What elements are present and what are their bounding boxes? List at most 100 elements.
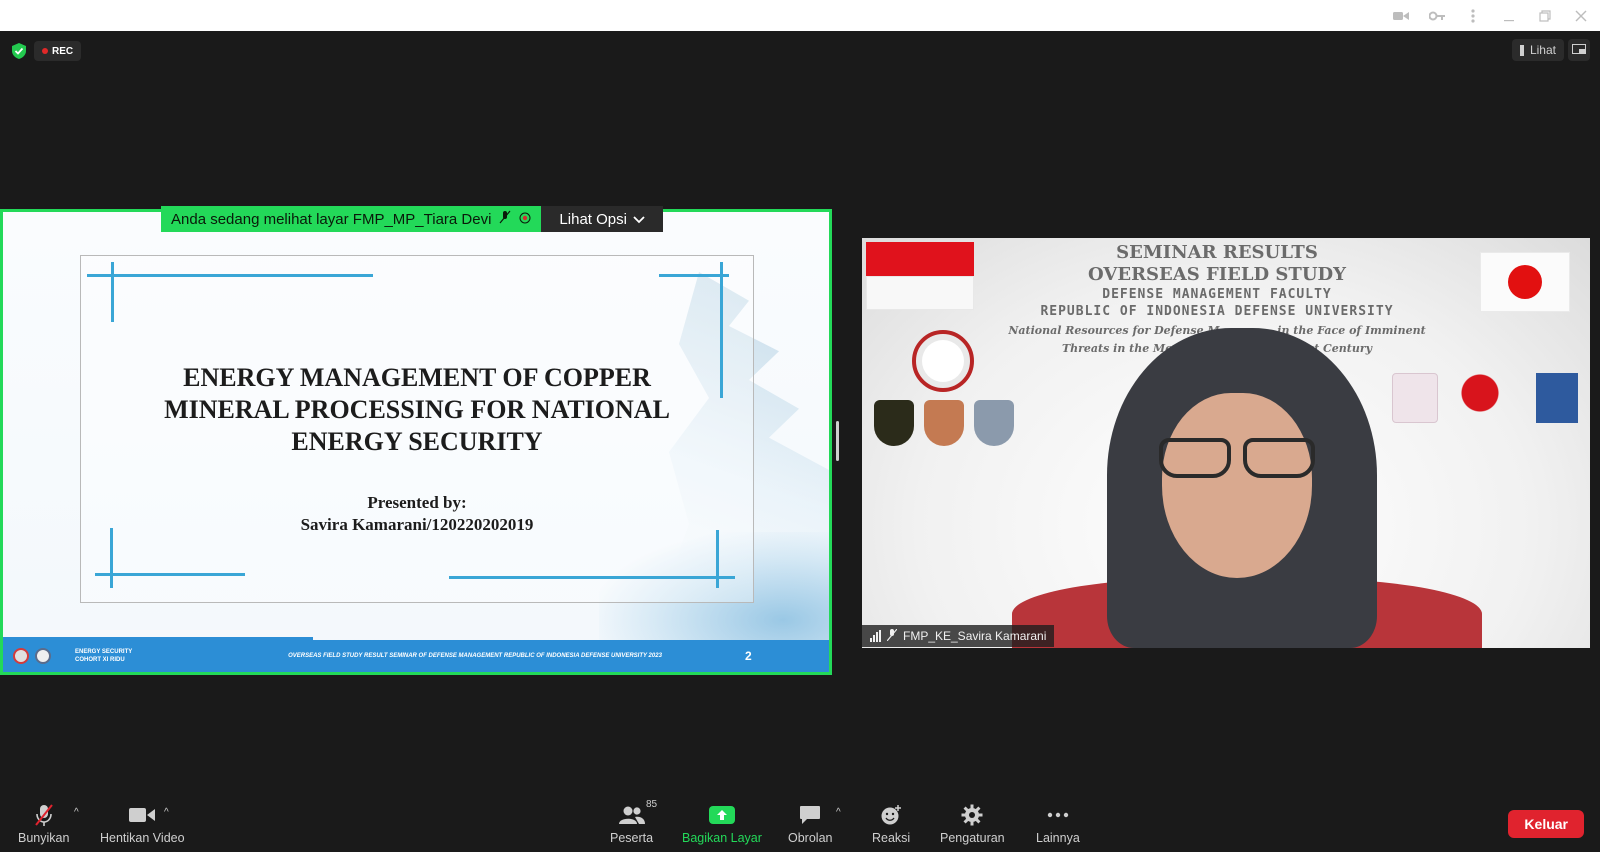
muted-mic-icon [886, 628, 898, 644]
settings-label: Pengaturan [940, 831, 1005, 845]
university-seal-logo [912, 330, 974, 392]
emblem-logo [924, 400, 964, 446]
university-logo-icon [13, 648, 29, 664]
emblem-logo [874, 400, 914, 446]
view-layout-icon [1519, 44, 1524, 56]
chat-label: Obrolan [788, 831, 833, 845]
kyushu-university-logo [1392, 373, 1438, 423]
share-screen-icon [708, 801, 735, 829]
frame-line [659, 274, 729, 277]
share-screen-button[interactable]: Bagikan Layar [682, 801, 762, 845]
stop-video-button[interactable]: Hentikan Video [100, 801, 185, 845]
meeting-toolbar: Bunyikan ^ Hentikan Video ^ 85 Peserta B… [0, 799, 1600, 852]
leave-meeting-button[interactable]: Keluar [1508, 810, 1584, 838]
audio-options-caret-icon[interactable]: ^ [74, 807, 79, 818]
participant-name: FMP_KE_Savira Kamarani [903, 629, 1047, 643]
indonesia-flag [866, 242, 974, 310]
record-dot-icon [42, 48, 48, 54]
footer-left-line1: ENERGY SECURITY [75, 649, 133, 655]
footer-center-text: OVERSEAS FIELD STUDY RESULT SEMINAR OF D… [288, 653, 662, 659]
frame-line [95, 573, 245, 576]
partner-logo [1536, 373, 1578, 423]
video-options-caret-icon[interactable]: ^ [164, 807, 169, 818]
chat-button[interactable]: Obrolan [788, 801, 832, 845]
more-vertical-icon[interactable] [1462, 5, 1484, 27]
view-options-label: Lihat Opsi [559, 210, 627, 228]
pip-toggle-icon[interactable] [1568, 39, 1590, 61]
japan-flag [1480, 252, 1570, 312]
presented-by-label: Presented by: [367, 493, 467, 512]
encryption-shield-icon[interactable] [10, 42, 28, 60]
bg-subtitle-part: National Resources for Defense M [1008, 324, 1220, 337]
rec-label: REC [52, 45, 74, 57]
slide-title: ENERGY MANAGEMENT OF COPPER MINERAL PROC… [80, 362, 754, 458]
viewing-notice: Anda sedang melihat layar FMP_MP_Tiara D… [161, 206, 542, 232]
bg-title-line: REPUBLIC OF INDONESIA DEFENSE UNIVERSITY [1040, 304, 1394, 319]
reactions-label: Reaksi [872, 831, 911, 845]
minimize-icon[interactable] [1498, 5, 1520, 27]
unmute-label: Bunyikan [18, 831, 70, 845]
participants-icon [618, 801, 645, 829]
bg-subtitle-part: in the Face of Imminent [1277, 324, 1426, 337]
settings-button[interactable]: Pengaturan [940, 801, 1005, 845]
muted-mic-icon [499, 210, 511, 228]
speaker-glasses [1152, 438, 1322, 478]
slide-title-line: ENERGY MANAGEMENT OF COPPER [183, 363, 651, 392]
view-button[interactable]: Lihat [1511, 39, 1564, 61]
chat-bubble-icon [799, 801, 821, 829]
participant-name-tag: FMP_KE_Savira Kamarani [862, 625, 1055, 647]
footer-accent [3, 637, 313, 640]
restore-icon[interactable] [1534, 5, 1556, 27]
window-titlebar [0, 0, 1600, 31]
video-camera-icon [129, 801, 156, 829]
key-icon[interactable] [1426, 5, 1448, 27]
frame-line [111, 262, 114, 322]
window-controls [1390, 5, 1592, 27]
bg-subtitle-part: Threats in the Mo [1061, 342, 1173, 355]
frame-line [449, 576, 735, 579]
bg-title-line: SEMINAR RESULTS [1116, 242, 1318, 263]
screen-share-banner: Anda sedang melihat layar FMP_MP_Tiara D… [161, 206, 663, 232]
faculty-logo-icon [35, 648, 51, 664]
view-options-button[interactable]: Lihat Opsi [541, 206, 663, 232]
unmute-button[interactable]: Bunyikan [18, 801, 69, 845]
emblem-logo [974, 400, 1014, 446]
speaker-face [1162, 393, 1312, 578]
presenter-name: Savira Kamarani/120220202019 [300, 515, 534, 534]
chiba-university-logo [1452, 373, 1522, 423]
close-icon[interactable] [1570, 5, 1592, 27]
bg-title-line: DEFENSE MANAGEMENT FACULTY [1102, 287, 1332, 302]
slide-title-line: MINERAL PROCESSING FOR NATIONAL [164, 395, 670, 424]
smiley-add-icon [880, 801, 902, 829]
frame-line [87, 274, 373, 277]
stop-video-label: Hentikan Video [100, 831, 185, 845]
bg-title-line: OVERSEAS FIELD STUDY [1088, 264, 1346, 285]
chat-options-caret-icon[interactable]: ^ [836, 807, 841, 818]
slide-title-line: ENERGY SECURITY [291, 427, 543, 456]
view-label: Lihat [1529, 43, 1556, 57]
frame-line [716, 530, 719, 588]
signal-strength-icon [870, 630, 881, 642]
reactions-button[interactable]: Reaksi [872, 801, 910, 845]
participants-button[interactable]: 85 Peserta [610, 799, 657, 845]
footer-left-line2: COHORT XI RIDU [75, 657, 125, 663]
status-circle-icon [519, 211, 531, 228]
more-label: Lainnya [1036, 831, 1080, 845]
participants-label: Peserta [610, 831, 654, 845]
slide-presenter: Presented by: Savira Kamarani/1202202020… [80, 492, 754, 536]
participant-count: 85 [646, 799, 658, 810]
shared-screen[interactable]: ENERGY MANAGEMENT OF COPPER MINERAL PROC… [0, 209, 832, 675]
speaker-video[interactable]: SEMINAR RESULTS OVERSEAS FIELD STUDY DEF… [862, 238, 1590, 648]
camera-icon[interactable] [1390, 5, 1412, 27]
more-horizontal-icon [1047, 801, 1069, 829]
panel-resize-handle[interactable] [836, 421, 839, 461]
chevron-down-icon [633, 211, 645, 228]
more-button[interactable]: Lainnya [1036, 801, 1080, 845]
frame-line [110, 528, 113, 588]
share-screen-label: Bagikan Layar [682, 831, 762, 845]
viewing-text: Anda sedang melihat layar FMP_MP_Tiara D… [171, 210, 492, 228]
footer-cohort: ENERGY SECURITY COHORT XI RIDU [75, 648, 205, 664]
emblem-badges [874, 400, 1014, 446]
recording-indicator[interactable]: REC [34, 41, 82, 61]
gear-icon [961, 801, 983, 829]
